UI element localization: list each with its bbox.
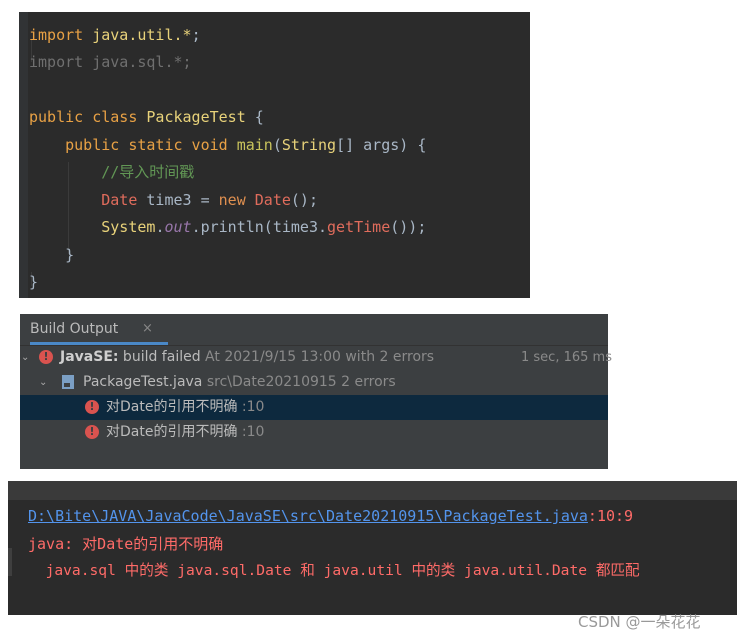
chevron-down-icon[interactable]: ⌄ [21, 345, 29, 370]
code-line-7: Date time3 = new Date(); [101, 191, 318, 209]
code-line-9: } [65, 246, 75, 264]
code-line-10: } [29, 273, 39, 291]
error-icon [85, 400, 99, 414]
watermark: CSDN @一朵花花 [578, 613, 701, 631]
tab-build-output[interactable]: Build Output [30, 314, 118, 344]
code-line-2: import java.sql.*; [29, 53, 192, 71]
console-gutter [8, 548, 12, 576]
error-row[interactable]: 对Date的引用不明确 :10 [20, 395, 608, 420]
build-detail: At 2021/9/15 13:00 with 2 errors [200, 349, 435, 365]
console-detail-line: java.sql 中的类 java.sql.Date 和 java.util 中… [28, 562, 640, 579]
error-icon [39, 350, 53, 364]
error-row[interactable]: 对Date的引用不明确 :10 [20, 420, 608, 445]
code-line-4: public class PackageTest { [29, 108, 264, 126]
file-row[interactable]: ⌄ PackageTest.java src\Date20210915 2 er… [20, 370, 608, 395]
build-summary-row[interactable]: ⌄ JavaSE: build failed At 2021/9/15 13:0… [20, 345, 612, 370]
code-line-1: import java.util.*; [29, 26, 201, 44]
build-duration: 1 sec, 165 ms [521, 350, 612, 365]
editor-gutter [19, 12, 28, 298]
java-file-icon [62, 375, 74, 389]
error-location-line: D:\Bite\JAVA\JavaCode\JavaSE\src\Date202… [28, 505, 633, 527]
build-status: build failed [118, 349, 201, 365]
chevron-down-icon[interactable]: ⌄ [39, 370, 47, 395]
code-editor[interactable]: import java.util.*; import java.sql.*; p… [19, 12, 530, 298]
console-error-line: java: 对Date的引用不明确 [28, 535, 224, 553]
build-output-panel: Build Output × ⌄ JavaSE: build failed At… [20, 314, 612, 469]
file-path: src\Date20210915 2 errors [202, 374, 396, 390]
error-message: 对Date的引用不明确 [106, 399, 238, 415]
console-header [8, 481, 737, 500]
code-line-5: public static void main(String[] args) { [65, 136, 427, 154]
file-name: PackageTest.java [83, 374, 203, 390]
tab-close-icon[interactable]: × [142, 314, 153, 344]
error-icon [85, 425, 99, 439]
error-message: 对Date的引用不明确 [106, 424, 238, 440]
source-path-link[interactable]: D:\Bite\JAVA\JavaCode\JavaSE\src\Date202… [28, 507, 588, 525]
error-position: :10:9 [587, 507, 634, 525]
error-line: :10 [237, 399, 265, 415]
code-line-8: System.out.println(time3.getTime()); [101, 218, 427, 236]
code-line-6: //导入时间戳 [101, 163, 195, 181]
console-panel: D:\Bite\JAVA\JavaCode\JavaSE\src\Date202… [8, 481, 737, 615]
build-tab-bar: Build Output × [20, 314, 608, 345]
project-name: JavaSE: [60, 349, 119, 365]
error-line: :10 [237, 424, 265, 440]
